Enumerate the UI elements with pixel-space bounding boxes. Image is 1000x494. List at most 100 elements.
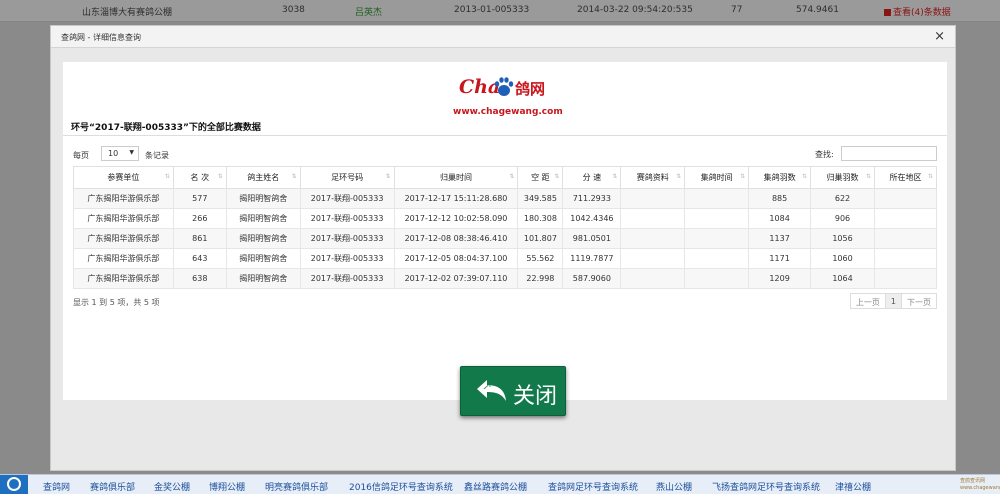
sort-icon: ⇅: [612, 173, 618, 180]
col-header[interactable]: 空 距 ⇅: [517, 166, 564, 189]
cell-profile: [620, 268, 686, 289]
modal-title: 查鸽网 - 详细信息查询: [61, 33, 141, 42]
cell-rank: 577: [172, 188, 227, 209]
cell-return-count: 622: [810, 188, 875, 209]
table-row: 广东揭阳华游俱乐部 638 揭阳明智鸽舍 2017-联翔-005333 2017…: [73, 268, 938, 289]
col-header[interactable]: 集鸽时间 ⇅: [684, 166, 750, 189]
cell-rank: 638: [172, 268, 227, 289]
col-header[interactable]: 所在地区 ⇅: [873, 166, 938, 189]
col-header-label: 所在地区: [889, 173, 922, 182]
watermark: 查鸽查讯网 www.chagewang.com: [960, 478, 1000, 491]
pagination: 上一页 1 下一页: [849, 293, 937, 309]
bottom-nav: 查鸽网 赛鸽俱乐部 金奖公棚 博翔公棚 明亮赛鸽俱乐部 2016信鸽足环号查询系…: [0, 474, 1000, 494]
logo-ge-text: 鸽网: [515, 80, 546, 98]
cell-unit: 广东揭阳华游俱乐部: [73, 228, 174, 249]
cell-arrival: 2017-12-12 10:02:58.090: [393, 208, 519, 229]
bg-view-link-label: 查看(4)条数据: [893, 8, 951, 18]
col-header-label: 参赛单位: [107, 173, 140, 182]
ring-title: 环号“2017-联翔-005333”下的全部比赛数据: [71, 123, 261, 133]
nav-link[interactable]: 燕山公棚: [656, 480, 692, 493]
cell-ring: 2017-联翔-005333: [299, 228, 395, 249]
cell-speed: 587.9060: [562, 268, 622, 289]
sort-icon: ⇅: [740, 173, 746, 180]
nav-link[interactable]: 2016信鸽足环号查询系统: [349, 480, 453, 493]
bg-venue: 山东淄博大有赛鸽公棚: [82, 8, 173, 18]
sort-icon: ⇅: [676, 173, 682, 180]
cell-region: [873, 188, 938, 209]
nav-link[interactable]: 博翔公棚: [209, 480, 245, 493]
table-row: 广东揭阳华游俱乐部 861 揭阳明智鸽舍 2017-联翔-005333 2017…: [73, 228, 938, 249]
nav-link[interactable]: 明亮赛鸽俱乐部: [265, 480, 328, 493]
page-1-button[interactable]: 1: [884, 293, 902, 309]
cell-basket-time: [684, 208, 750, 229]
cell-ring: 2017-联翔-005333: [299, 268, 395, 289]
cell-region: [873, 208, 938, 229]
next-page-button[interactable]: 下一页: [901, 293, 937, 309]
nav-link[interactable]: 飞扬查鸽网足环号查询系统: [712, 480, 820, 493]
bg-view-link[interactable]: 查看(4)条数据: [884, 5, 951, 18]
col-header[interactable]: 集鸽羽数 ⇅: [748, 166, 812, 189]
start-icon[interactable]: [0, 475, 28, 494]
sort-icon: ⇅: [802, 173, 808, 180]
cell-return-count: 906: [810, 208, 875, 229]
cell-owner: 揭阳明智鸽舍: [225, 268, 301, 289]
col-header[interactable]: 赛鸽资料 ⇅: [620, 166, 686, 189]
prev-page-button[interactable]: 上一页: [849, 293, 886, 309]
per-page-suffix: 条记录: [145, 151, 169, 160]
close-button[interactable]: 关闭: [460, 366, 566, 416]
cell-ring: 2017-联翔-005333: [299, 208, 395, 229]
per-page-select[interactable]: 10 ▼: [101, 146, 139, 161]
cell-rank: 861: [172, 228, 227, 249]
col-header[interactable]: 归巢羽数 ⇅: [810, 166, 875, 189]
cell-region: [873, 228, 938, 249]
cell-unit: 广东揭阳华游俱乐部: [73, 268, 174, 289]
search-input[interactable]: [841, 146, 937, 161]
col-header[interactable]: 分 速 ⇅: [562, 166, 622, 189]
close-icon[interactable]: ×: [934, 29, 945, 44]
cell-unit: 广东揭阳华游俱乐部: [73, 188, 174, 209]
cell-owner: 揭阳明智鸽舍: [225, 248, 301, 269]
col-header-label: 归巢羽数: [826, 173, 859, 182]
bg-owner: 吕英杰: [355, 8, 383, 18]
grid-icon: [884, 9, 891, 16]
sort-icon: ⇅: [554, 173, 560, 180]
modal-header: 查鸽网 - 详细信息查询 ×: [51, 26, 955, 48]
bg-ring: 2013-01-005333: [454, 5, 530, 15]
cell-unit: 广东揭阳华游俱乐部: [73, 248, 174, 269]
cell-distance: 101.807: [517, 228, 564, 249]
nav-link[interactable]: 鑫丝路赛鸽公棚: [464, 480, 527, 493]
col-header[interactable]: 归巢时间 ⇅: [393, 166, 519, 189]
bg-rank: 77: [731, 5, 743, 15]
cell-basket-time: [684, 268, 750, 289]
col-header[interactable]: 参赛单位 ⇅: [73, 166, 174, 189]
cell-owner: 揭阳明智鸽舍: [225, 188, 301, 209]
cell-basket-time: [684, 188, 750, 209]
table-row: 广东揭阳华游俱乐部 577 揭阳明智鸽舍 2017-联翔-005333 2017…: [73, 188, 938, 209]
cell-arrival: 2017-12-05 08:04:37.100: [393, 248, 519, 269]
sort-icon: ⇅: [164, 173, 170, 180]
cell-return-count: 1060: [810, 248, 875, 269]
cell-arrival: 2017-12-08 08:38:46.410: [393, 228, 519, 249]
nav-link[interactable]: 赛鸽俱乐部: [90, 480, 135, 493]
nav-link[interactable]: 查鸽网: [43, 480, 70, 493]
cell-owner: 揭阳明智鸽舍: [225, 228, 301, 249]
nav-link[interactable]: 查鸽网足环号查询系统: [548, 480, 638, 493]
nav-link[interactable]: 津禧公棚: [835, 480, 871, 493]
sort-icon: ⇅: [509, 173, 515, 180]
cell-speed: 1119.7877: [562, 248, 622, 269]
cell-rank: 643: [172, 248, 227, 269]
cell-return-count: 1064: [810, 268, 875, 289]
nav-link[interactable]: 金奖公棚: [154, 480, 190, 493]
col-header[interactable]: 名 次 ⇅: [172, 166, 227, 189]
col-header-label: 分 速: [582, 173, 602, 182]
col-header[interactable]: 鸽主姓名 ⇅: [225, 166, 301, 189]
cell-profile: [620, 188, 686, 209]
col-header-label: 集鸽时间: [700, 173, 733, 182]
cell-basket-time: [684, 248, 750, 269]
bg-time: 2014-03-22 09:54:20:535: [577, 5, 693, 15]
cell-profile: [620, 228, 686, 249]
col-header[interactable]: 足环号码 ⇅: [299, 166, 395, 189]
divider: [63, 135, 947, 136]
cell-speed: 1042.4346: [562, 208, 622, 229]
col-header-label: 空 距: [531, 173, 550, 182]
